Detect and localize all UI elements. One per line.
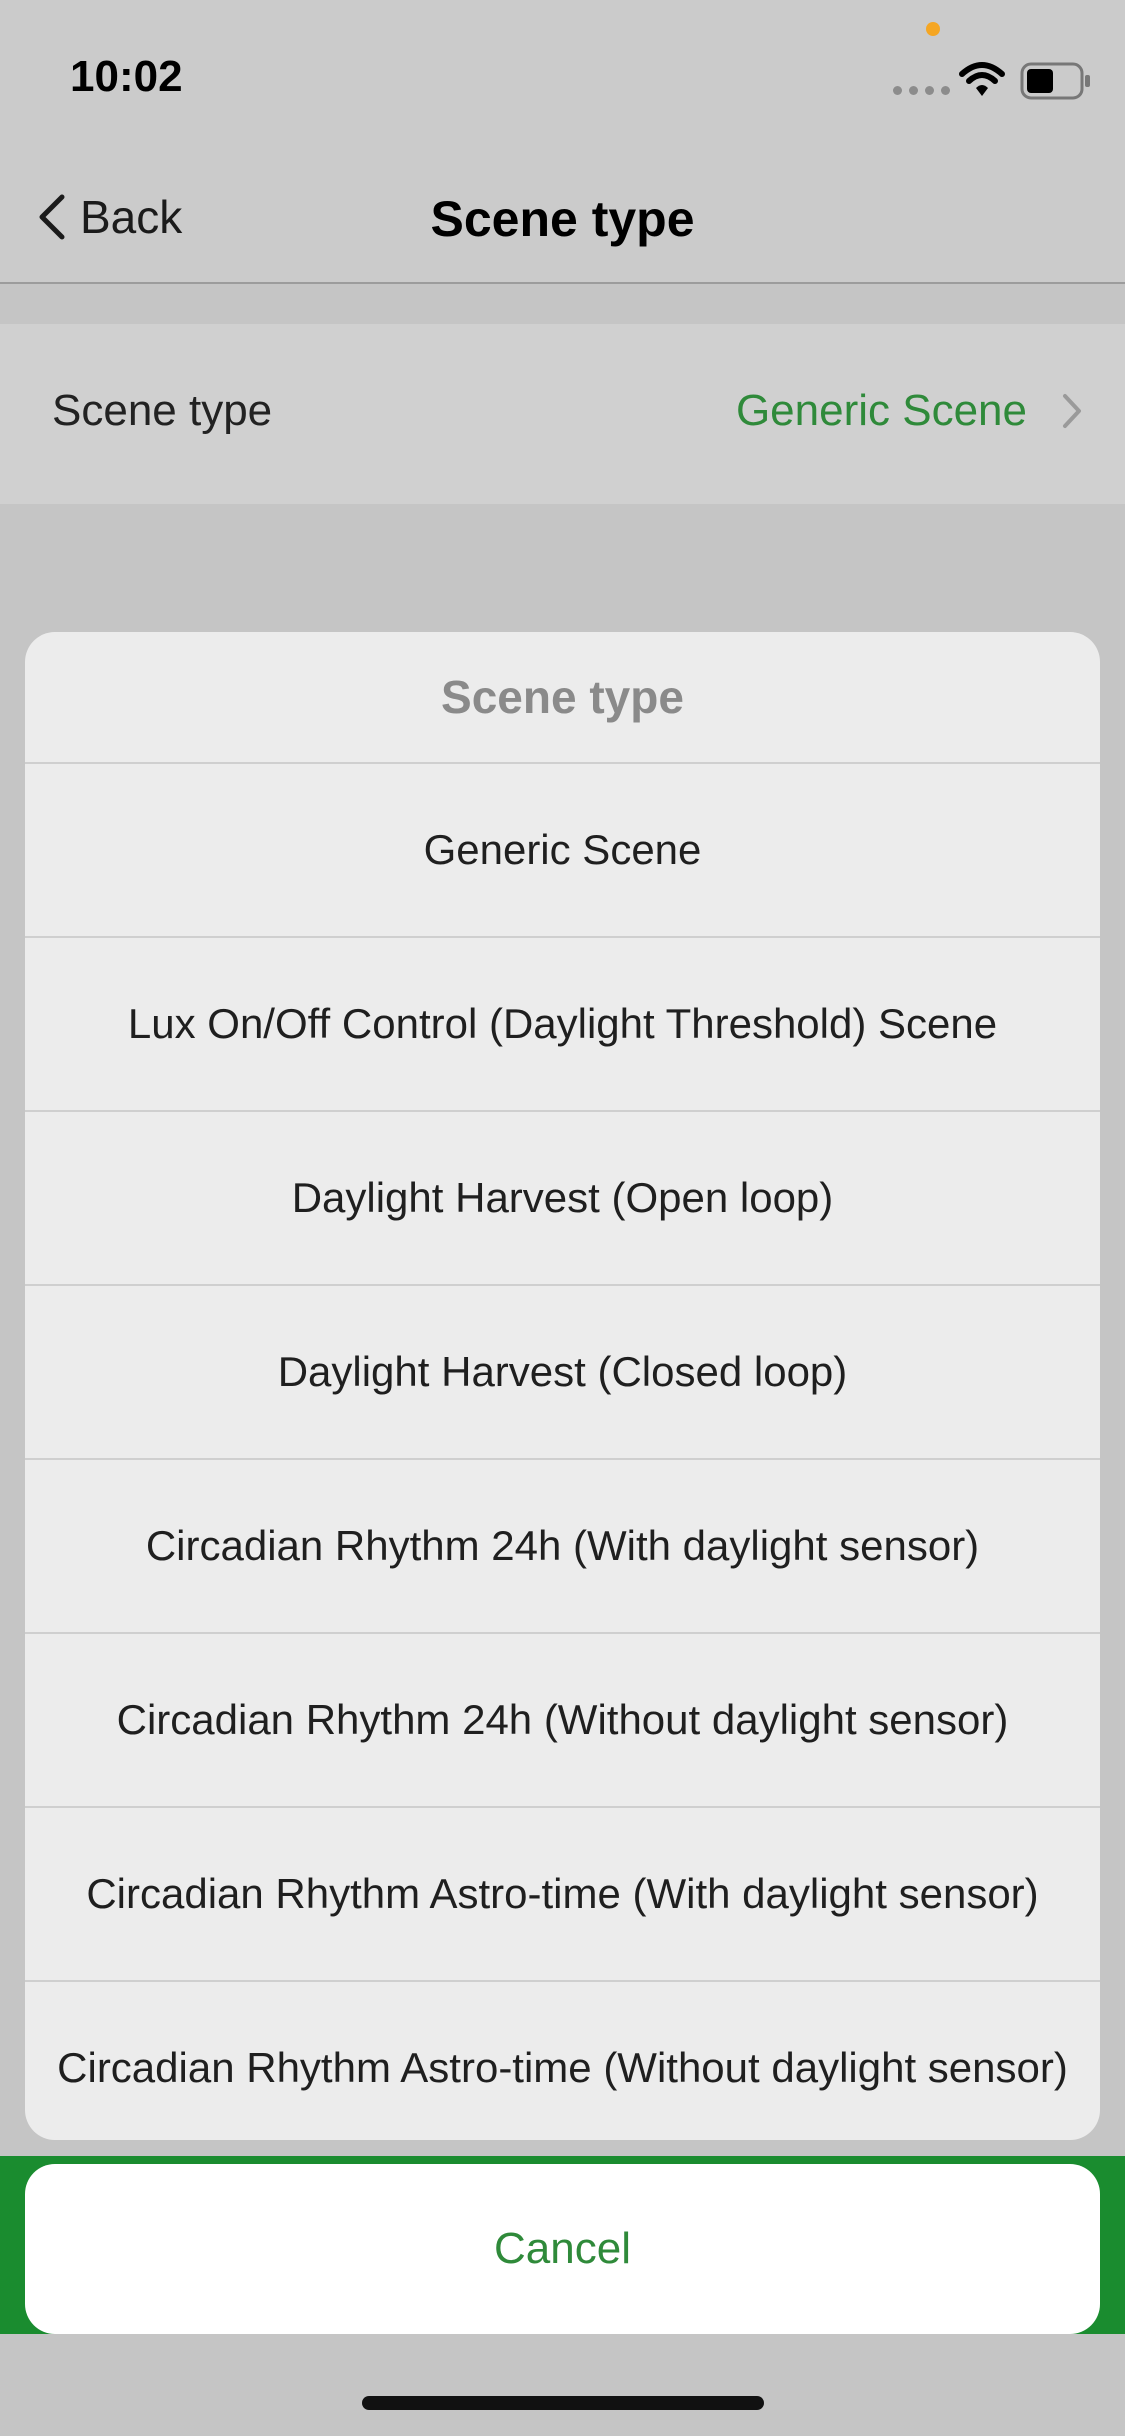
option-circadian-astro-with-sensor[interactable]: Circadian Rhythm Astro-time (With daylig… — [25, 1808, 1100, 1982]
signal-dots-icon — [893, 86, 950, 95]
option-generic-scene[interactable]: Generic Scene — [25, 764, 1100, 938]
page-title: Scene type — [430, 191, 695, 247]
bottom-area — [0, 2334, 1125, 2436]
option-daylight-harvest-closed-loop[interactable]: Daylight Harvest (Closed loop) — [25, 1286, 1100, 1460]
scene-type-row-value: Generic Scene — [735, 386, 1027, 435]
wifi-icon — [958, 60, 1006, 105]
battery-icon — [1020, 62, 1092, 105]
scene-type-row-label: Scene type — [52, 386, 273, 435]
action-sheet-title: Scene type — [25, 632, 1100, 764]
chevron-right-icon — [1061, 392, 1083, 435]
option-lux-on-off-control[interactable]: Lux On/Off Control (Daylight Threshold) … — [25, 938, 1100, 1112]
status-time: 10:02 — [70, 52, 183, 101]
home-indicator[interactable] — [362, 2396, 764, 2410]
option-circadian-astro-without-sensor[interactable]: Circadian Rhythm Astro-time (Without day… — [25, 1982, 1100, 2140]
scene-type-action-sheet: Scene type Generic Scene Lux On/Off Cont… — [25, 632, 1100, 2140]
recording-indicator — [926, 22, 940, 36]
status-bar: 10:02 — [0, 0, 1125, 160]
cancel-button[interactable]: Cancel — [25, 2164, 1100, 2334]
navigation-bar: Back Scene type — [0, 160, 1125, 284]
scene-type-row[interactable]: Scene type Generic Scene — [0, 324, 1125, 504]
option-circadian-24h-without-sensor[interactable]: Circadian Rhythm 24h (Without daylight s… — [25, 1634, 1100, 1808]
option-daylight-harvest-open-loop[interactable]: Daylight Harvest (Open loop) — [25, 1112, 1100, 1286]
option-circadian-24h-with-sensor[interactable]: Circadian Rhythm 24h (With daylight sens… — [25, 1460, 1100, 1634]
